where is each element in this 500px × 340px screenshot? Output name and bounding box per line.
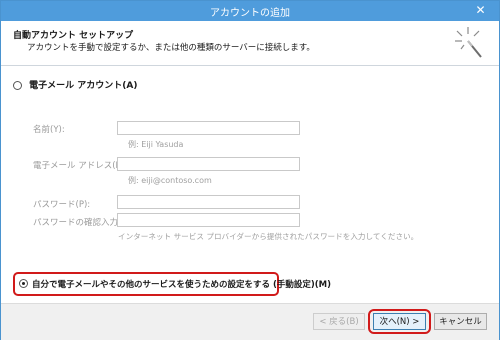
magic-wand-icon: [455, 27, 482, 58]
manual-setup-radio[interactable]: [19, 279, 28, 288]
dialog-header: 自動アカウント セットアップ アカウントを手動で設定するか、または他の種類のサー…: [1, 21, 499, 66]
email-address-label: 電子メール アドレス(E):: [33, 161, 128, 171]
add-account-dialog: アカウントの追加 ✕ 自動アカウント セットアップ アカウントを手動で設定するか…: [0, 0, 500, 340]
header-description: アカウントを手動で設定するか、または他の種類のサーバーに接続します。: [27, 43, 315, 53]
email-account-option[interactable]: 電子メール アカウント(A): [13, 78, 137, 91]
password-label: パスワード(P):: [33, 200, 91, 210]
name-label: 名前(Y):: [33, 125, 65, 135]
password-input[interactable]: [117, 195, 300, 209]
back-button[interactable]: < 戻る(B): [313, 313, 365, 330]
close-icon: ✕: [475, 3, 486, 17]
header-title: 自動アカウント セットアップ: [13, 31, 134, 41]
name-hint: 例: Eiji Yasuda: [128, 140, 184, 149]
email-account-radio[interactable]: [13, 81, 22, 90]
email-address-input[interactable]: [117, 157, 300, 171]
dialog-content: 電子メール アカウント(A) 名前(Y): 例: Eiji Yasuda 電子メ…: [1, 66, 499, 302]
cancel-button[interactable]: キャンセル: [434, 313, 487, 330]
password-confirm-input[interactable]: [117, 213, 300, 227]
name-input[interactable]: [117, 121, 300, 135]
manual-setup-option[interactable]: 自分で電子メールやその他のサービスを使うための設定をする (手動設定)(M): [13, 272, 331, 296]
dialog-footer: < 戻る(B) 次へ(N) > キャンセル: [1, 303, 499, 340]
email-address-hint: 例: eiji@contoso.com: [128, 176, 212, 185]
window-title: アカウントの追加: [210, 8, 290, 19]
next-button[interactable]: 次へ(N) >: [373, 313, 426, 330]
manual-setup-label: 自分で電子メールやその他のサービスを使うための設定をする (手動設定)(M): [32, 280, 331, 290]
title-bar[interactable]: アカウントの追加 ✕: [1, 1, 499, 21]
email-account-label: 電子メール アカウント(A): [29, 81, 138, 91]
password-hint: インターネット サービス プロバイダーから提供されたパスワードを入力してください…: [118, 232, 419, 241]
close-button[interactable]: ✕: [467, 2, 494, 19]
